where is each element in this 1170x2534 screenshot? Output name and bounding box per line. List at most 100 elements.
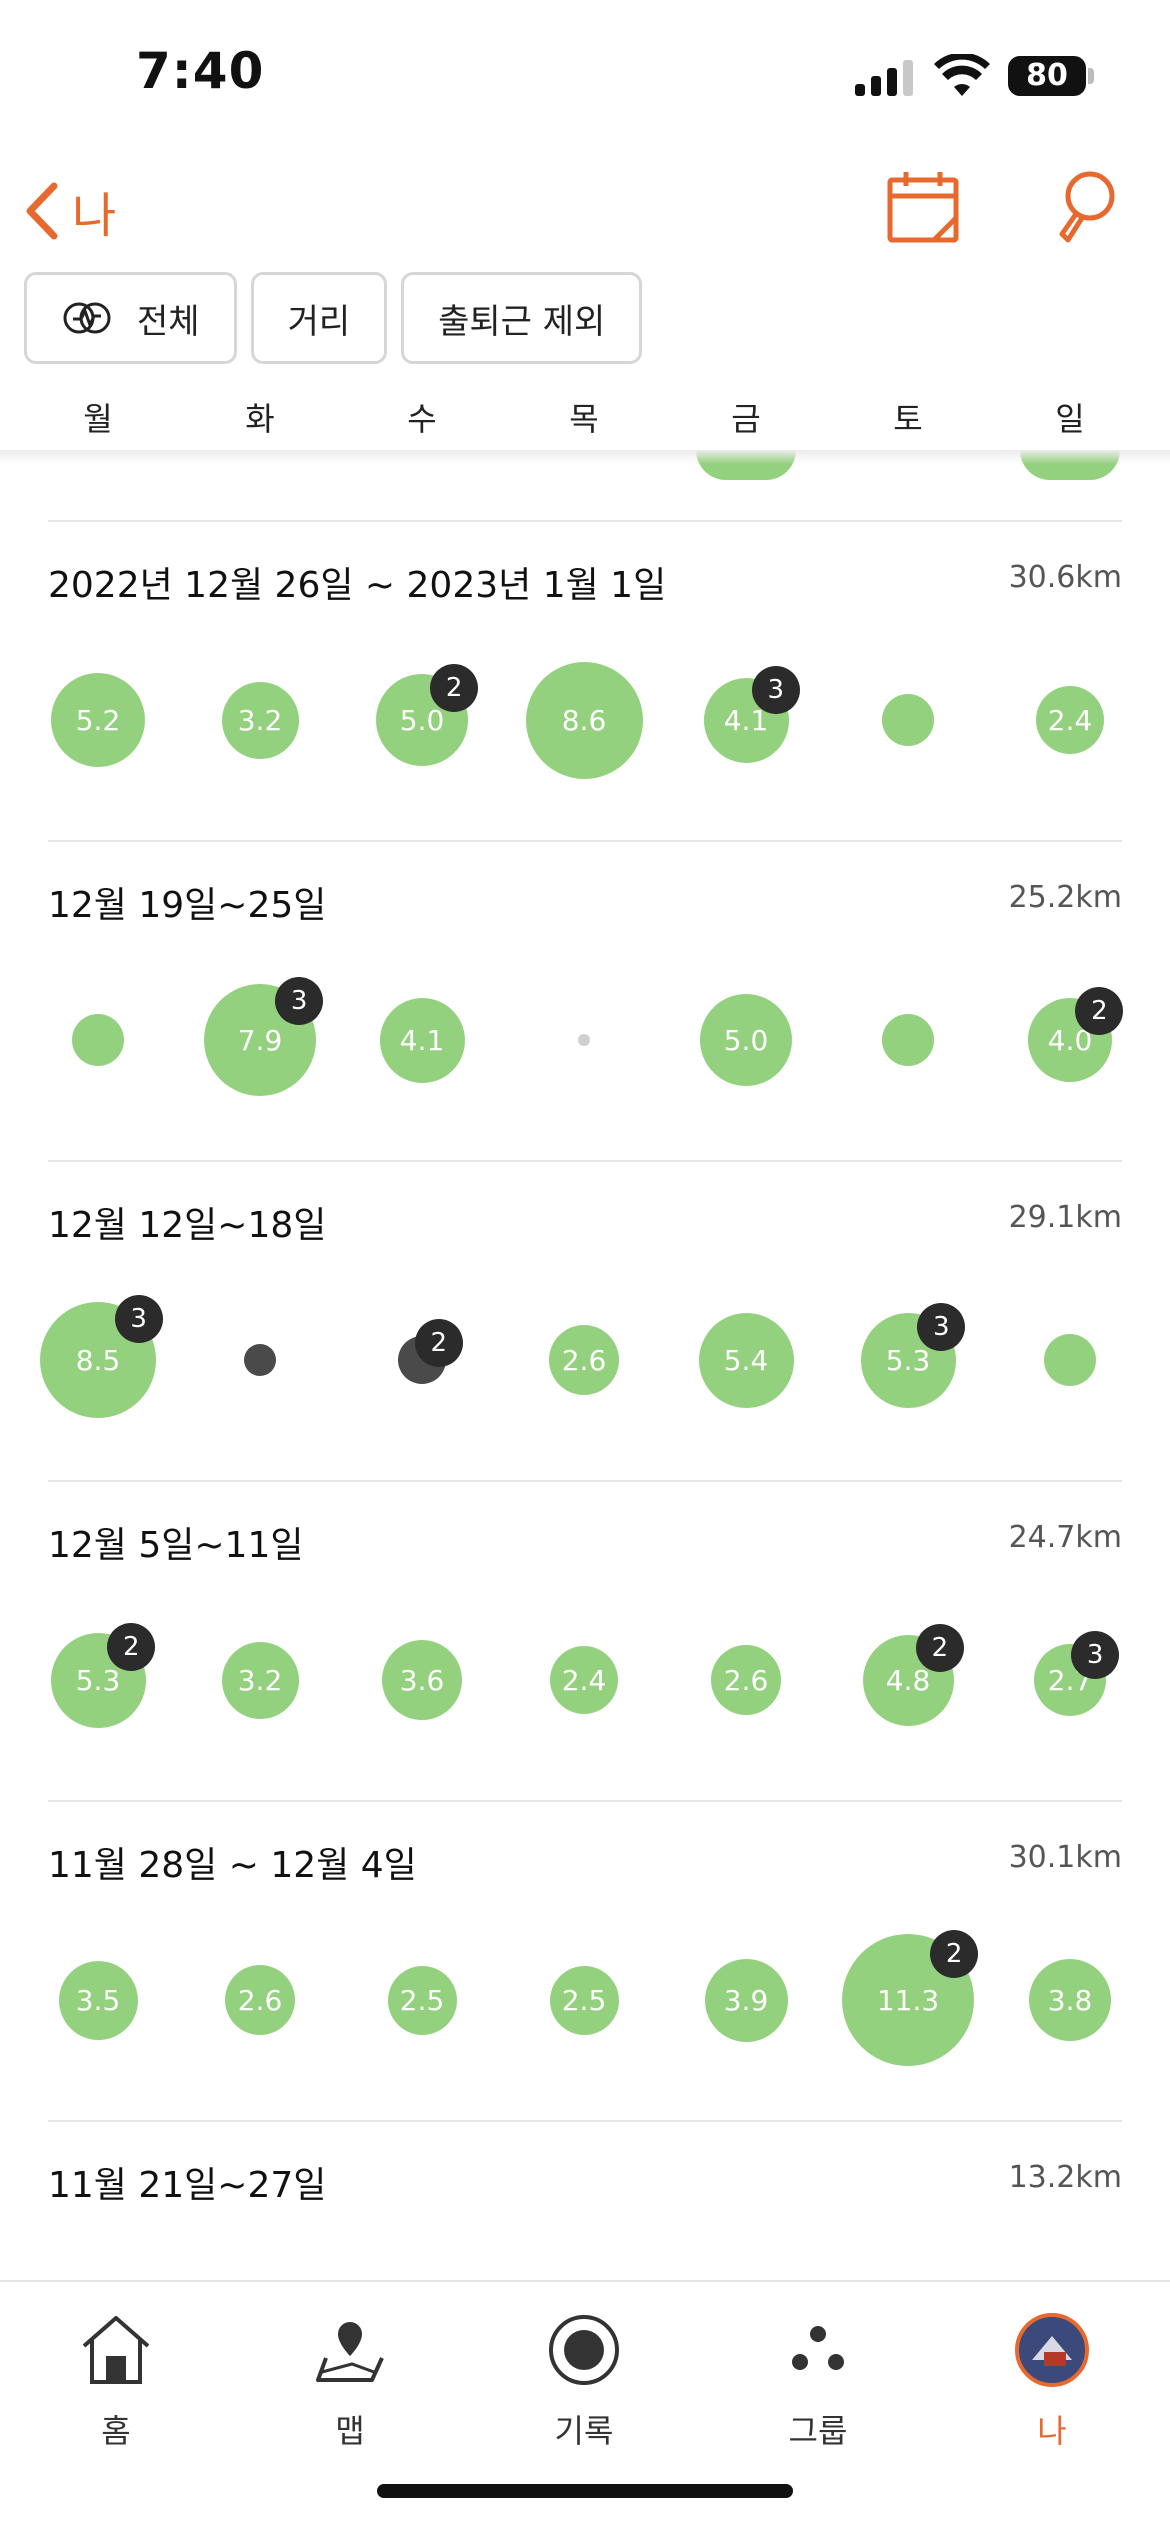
weekday-label: 목 — [569, 400, 599, 438]
week-title: 12월 12일~18일 — [48, 1205, 327, 1246]
tab-group-label: 그룹 — [788, 2412, 848, 2450]
record-icon — [549, 2315, 619, 2385]
day-distance: 2.6 — [723, 1663, 769, 1697]
day-bubble[interactable] — [882, 694, 934, 746]
day-bubble[interactable]: 2.6 — [711, 1645, 781, 1715]
week-section[interactable]: 12월 19일~25일 25.2km 7.9 3 4.1 5.0 4.0 2 — [0, 840, 1170, 1160]
week-list[interactable]: 2022년 12월 26일 ~ 2023년 1월 1일 30.6km 5.2 3.2 5… — [0, 450, 1170, 2280]
day-distance: 5.2 — [75, 703, 121, 737]
activity-count-badge: 2 — [107, 1622, 156, 1671]
day-bubble[interactable] — [72, 1014, 124, 1066]
filter-distance-label: 거리 — [287, 301, 351, 342]
weekday-label: 월 — [83, 400, 113, 438]
day-bubble[interactable]: 3.6 — [382, 1640, 462, 1720]
tab-me[interactable]: 나 — [972, 2308, 1132, 2452]
week-section[interactable]: 12월 5일~11일 24.7km 5.3 2 3.2 3.6 2.4 2.6 4.8 2 2.7 3 — [0, 1480, 1170, 1800]
week-total: 24.7km — [1008, 1520, 1122, 1555]
weekday-header: 월화수목금토일 — [0, 394, 1170, 450]
tab-home[interactable]: 홈 — [36, 2308, 196, 2452]
day-distance: 3.6 — [399, 1663, 445, 1697]
week-divider — [48, 2120, 1122, 2122]
back-button[interactable]: 나 — [24, 176, 116, 246]
day-distance: 7.9 — [237, 1023, 283, 1057]
day-bubble[interactable] — [578, 1034, 590, 1046]
day-bubble[interactable] — [1044, 1334, 1096, 1386]
filter-exclude-commute-chip[interactable]: 출퇴근 제외 — [401, 272, 643, 364]
day-distance: 5.3 — [885, 1343, 931, 1377]
weekday-label: 수 — [407, 400, 437, 438]
day-distance: 3.9 — [723, 1983, 769, 2017]
day-bubble[interactable]: 5.0 — [700, 994, 792, 1086]
map-icon — [316, 2322, 384, 2382]
weekday-label: 금 — [731, 400, 761, 438]
week-total: 30.6km — [1008, 560, 1122, 595]
activity-count-badge: 2 — [430, 663, 479, 712]
week-section[interactable]: 2022년 12월 26일 ~ 2023년 1월 1일 30.6km 5.2 3.2 5… — [0, 520, 1170, 840]
day-distance: 2.6 — [561, 1343, 607, 1377]
home-icon — [82, 2316, 150, 2384]
week-section[interactable]: 11월 21일~27일 13.2km — [0, 2120, 1170, 2280]
week-section[interactable]: 12월 12일~18일 29.1km 8.5 3 2 2.6 5.4 5.3 3 — [0, 1160, 1170, 1480]
avatar — [1015, 2313, 1089, 2387]
day-bubble[interactable]: 2.6 — [549, 1325, 619, 1395]
activity-count-badge: 2 — [915, 1624, 964, 1673]
tab-record[interactable]: 기록 — [504, 2308, 664, 2452]
group-icon — [792, 2326, 844, 2370]
day-bubble[interactable]: 2.5 — [549, 1965, 619, 2035]
day-distance: 8.6 — [561, 703, 607, 737]
activity-count-badge: 3 — [114, 1295, 163, 1344]
day-bubble[interactable] — [244, 1344, 276, 1376]
week-section[interactable]: 11월 28일 ~ 12월 4일 30.1km 3.5 2.6 2.5 2.5 3.9 11.… — [0, 1800, 1170, 2120]
day-bubble[interactable]: 5.4 — [698, 1312, 794, 1408]
day-distance: 5.4 — [723, 1343, 769, 1377]
day-bubble[interactable]: 3.8 — [1029, 1959, 1111, 2041]
day-distance: 2.4 — [1047, 703, 1093, 737]
activity-count-badge: 3 — [917, 1302, 966, 1351]
battery-icon — [1088, 68, 1094, 84]
day-bubble[interactable]: 3.5 — [58, 1960, 138, 2040]
week-total: 25.2km — [1008, 880, 1122, 915]
search-icon[interactable] — [1050, 168, 1120, 248]
tab-map-label: 맵 — [335, 2412, 365, 2450]
day-bubble[interactable]: 4.1 — [379, 997, 465, 1083]
filter-all-chip[interactable]: 전체 — [24, 272, 237, 364]
day-distance: 5.0 — [723, 1023, 769, 1057]
status-bar: 7:40 80 — [0, 0, 1170, 150]
activity-icon — [63, 302, 111, 334]
chevron-left-icon — [26, 182, 58, 240]
day-distance: 8.5 — [75, 1343, 121, 1377]
day-bubble[interactable]: 2.4 — [550, 1646, 618, 1714]
day-bubble[interactable]: 3.2 — [221, 1641, 299, 1719]
cellular-signal-icon — [855, 60, 915, 96]
tab-me-label: 나 — [1037, 2412, 1067, 2450]
day-bubble[interactable]: 2.4 — [1036, 686, 1104, 754]
day-bubble[interactable]: 2.5 — [387, 1965, 457, 2035]
day-bubble[interactable]: 2.6 — [225, 1965, 295, 2035]
nav-header: 나 — [0, 150, 1170, 270]
tab-map[interactable]: 맵 — [270, 2308, 430, 2452]
day-distance: 3.8 — [1047, 1983, 1093, 2017]
day-distance: 2.5 — [561, 1983, 607, 2017]
day-bubble[interactable]: 8.6 — [525, 661, 643, 779]
day-bubble[interactable]: 3.9 — [704, 1958, 788, 2042]
tab-group[interactable]: 그룹 — [738, 2308, 898, 2452]
week-title: 11월 21일~27일 — [48, 2165, 327, 2206]
weekday-label: 일 — [1055, 400, 1085, 438]
back-label: 나 — [72, 188, 117, 244]
activity-count-badge: 2 — [414, 1319, 463, 1368]
battery-level: 80 — [1008, 56, 1086, 96]
day-bubble[interactable]: 3.2 — [221, 681, 299, 759]
activity-count-badge: 3 — [275, 976, 324, 1025]
day-distance: 3.5 — [75, 1983, 121, 2017]
day-bubble[interactable] — [882, 1014, 934, 1066]
week-total: 13.2km — [1008, 2160, 1122, 2195]
week-divider — [48, 1800, 1122, 1802]
activity-count-badge: 2 — [930, 1929, 979, 1978]
day-bubble[interactable]: 5.2 — [51, 673, 145, 767]
week-title: 2022년 12월 26일 ~ 2023년 1월 1일 — [48, 565, 667, 606]
day-distance: 3.2 — [237, 703, 283, 737]
day-distance: 11.3 — [876, 1983, 940, 2017]
week-total: 30.1km — [1008, 1840, 1122, 1875]
filter-distance-chip[interactable]: 거리 — [250, 272, 388, 364]
calendar-icon[interactable] — [884, 168, 964, 248]
